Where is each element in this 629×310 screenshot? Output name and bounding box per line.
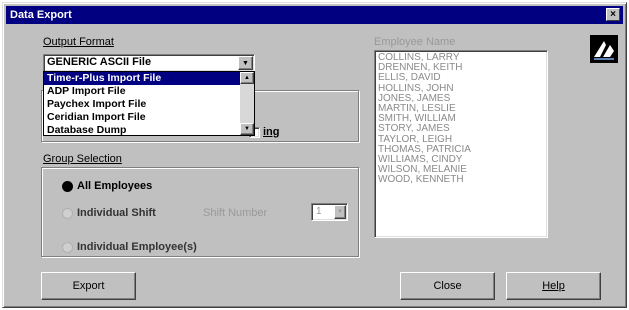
shift-number-value: 1 <box>316 206 322 217</box>
shift-number-stepper[interactable]: 1 ▼ <box>311 203 348 221</box>
output-format-option[interactable]: Time-r-Plus Import File <box>44 72 240 85</box>
chevron-down-icon[interactable]: ▼ <box>334 205 346 219</box>
output-format-option[interactable]: Ceridian Import File <box>44 111 254 124</box>
all-employees-radio[interactable] <box>62 181 73 192</box>
close-window-button[interactable]: × <box>606 8 620 21</box>
output-format-option[interactable]: ADP Import File <box>44 85 254 98</box>
employee-list-item[interactable]: WOOD, KENNETH <box>375 175 547 185</box>
output-format-label: Output Format <box>43 36 114 48</box>
output-format-dropdown-list[interactable]: Time-r-Plus Import File ADP Import File Pa… <box>43 71 255 136</box>
individual-shift-label: Individual Shift <box>77 207 156 219</box>
employee-name-label: Employee Name <box>374 36 456 48</box>
scroll-down-icon[interactable]: ▼ <box>240 123 254 135</box>
output-format-value: GENERIC ASCII File <box>47 56 152 68</box>
app-logo-icon <box>590 35 618 63</box>
export-button[interactable]: Export <box>41 272 136 300</box>
individual-employees-label: Individual Employee(s) <box>77 241 197 253</box>
output-format-option[interactable]: Database Dump <box>44 124 254 137</box>
help-button[interactable]: Help <box>506 272 601 300</box>
group-selection-label: Group Selection <box>43 153 122 165</box>
window-title: Data Export <box>10 9 72 21</box>
shift-number-label: Shift Number <box>203 207 268 219</box>
output-format-combobox[interactable]: GENERIC ASCII File ▼ <box>43 54 255 72</box>
dropdown-scrollbar[interactable]: ▲ ▼ <box>240 72 254 135</box>
export-option-label: ing <box>263 126 280 138</box>
title-bar: Data Export × <box>6 6 623 24</box>
chevron-down-icon[interactable]: ▼ <box>238 56 253 70</box>
employee-name-list[interactable]: COLLINS, LARRY DRENNEN, KEITH ELLIS, DAVID… <box>374 50 548 238</box>
all-employees-label: All Employees <box>77 180 153 192</box>
output-format-option[interactable]: Paychex Import File <box>44 98 254 111</box>
close-button[interactable]: Close <box>400 272 495 300</box>
individual-shift-radio[interactable] <box>62 208 73 219</box>
scroll-up-icon[interactable]: ▲ <box>240 72 254 84</box>
individual-employees-radio[interactable] <box>62 242 73 253</box>
data-export-dialog: Data Export × Output Format GENERIC ASCI… <box>2 2 627 308</box>
